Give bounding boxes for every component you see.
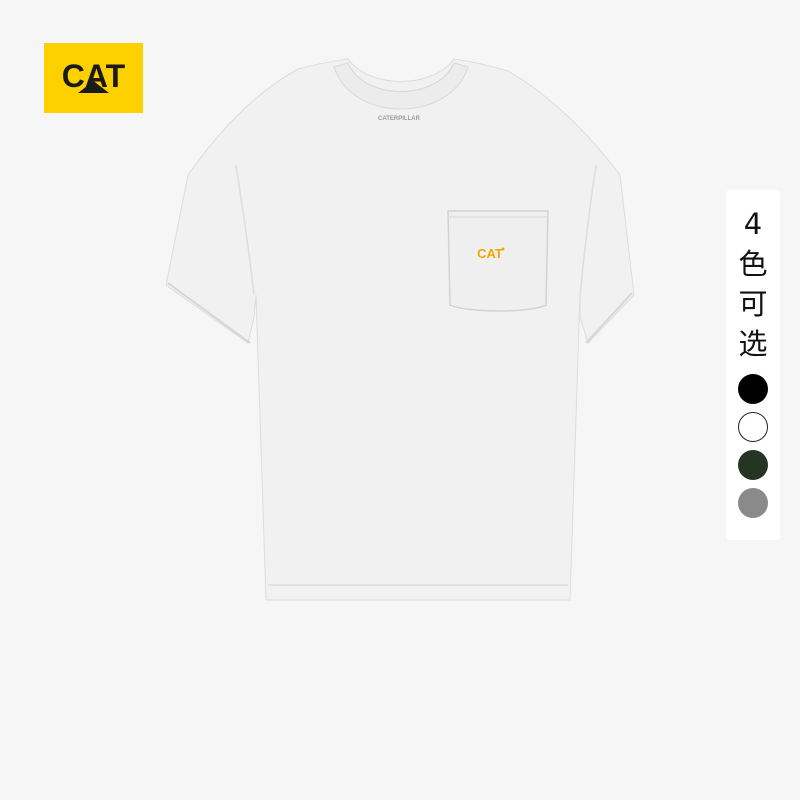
color-title-char: 4 [743, 207, 763, 241]
pocket-logo-text: CAT [477, 246, 503, 261]
chest-pocket [447, 210, 549, 312]
color-swatch-white[interactable] [738, 412, 768, 442]
neck-label-text: CATERPILLAR [378, 116, 421, 122]
tshirt-body [165, 58, 635, 601]
color-title-char: 可 [738, 287, 768, 321]
brand-logo: CAT [44, 43, 143, 113]
color-options-panel: 4 色 可 选 [726, 190, 780, 540]
color-swatch-dark-green[interactable] [738, 450, 768, 480]
color-swatch-list [726, 374, 780, 526]
color-title-char: 色 [738, 247, 768, 281]
color-swatch-gray[interactable] [738, 488, 768, 518]
color-swatch-black[interactable] [738, 374, 768, 404]
color-title-char: 选 [738, 327, 768, 361]
product-image: CATERPILLAR CAT [150, 55, 650, 615]
cat-logo-icon: CAT [62, 58, 126, 94]
registered-mark-icon [501, 247, 505, 251]
color-options-title: 4 色 可 选 [726, 204, 780, 364]
